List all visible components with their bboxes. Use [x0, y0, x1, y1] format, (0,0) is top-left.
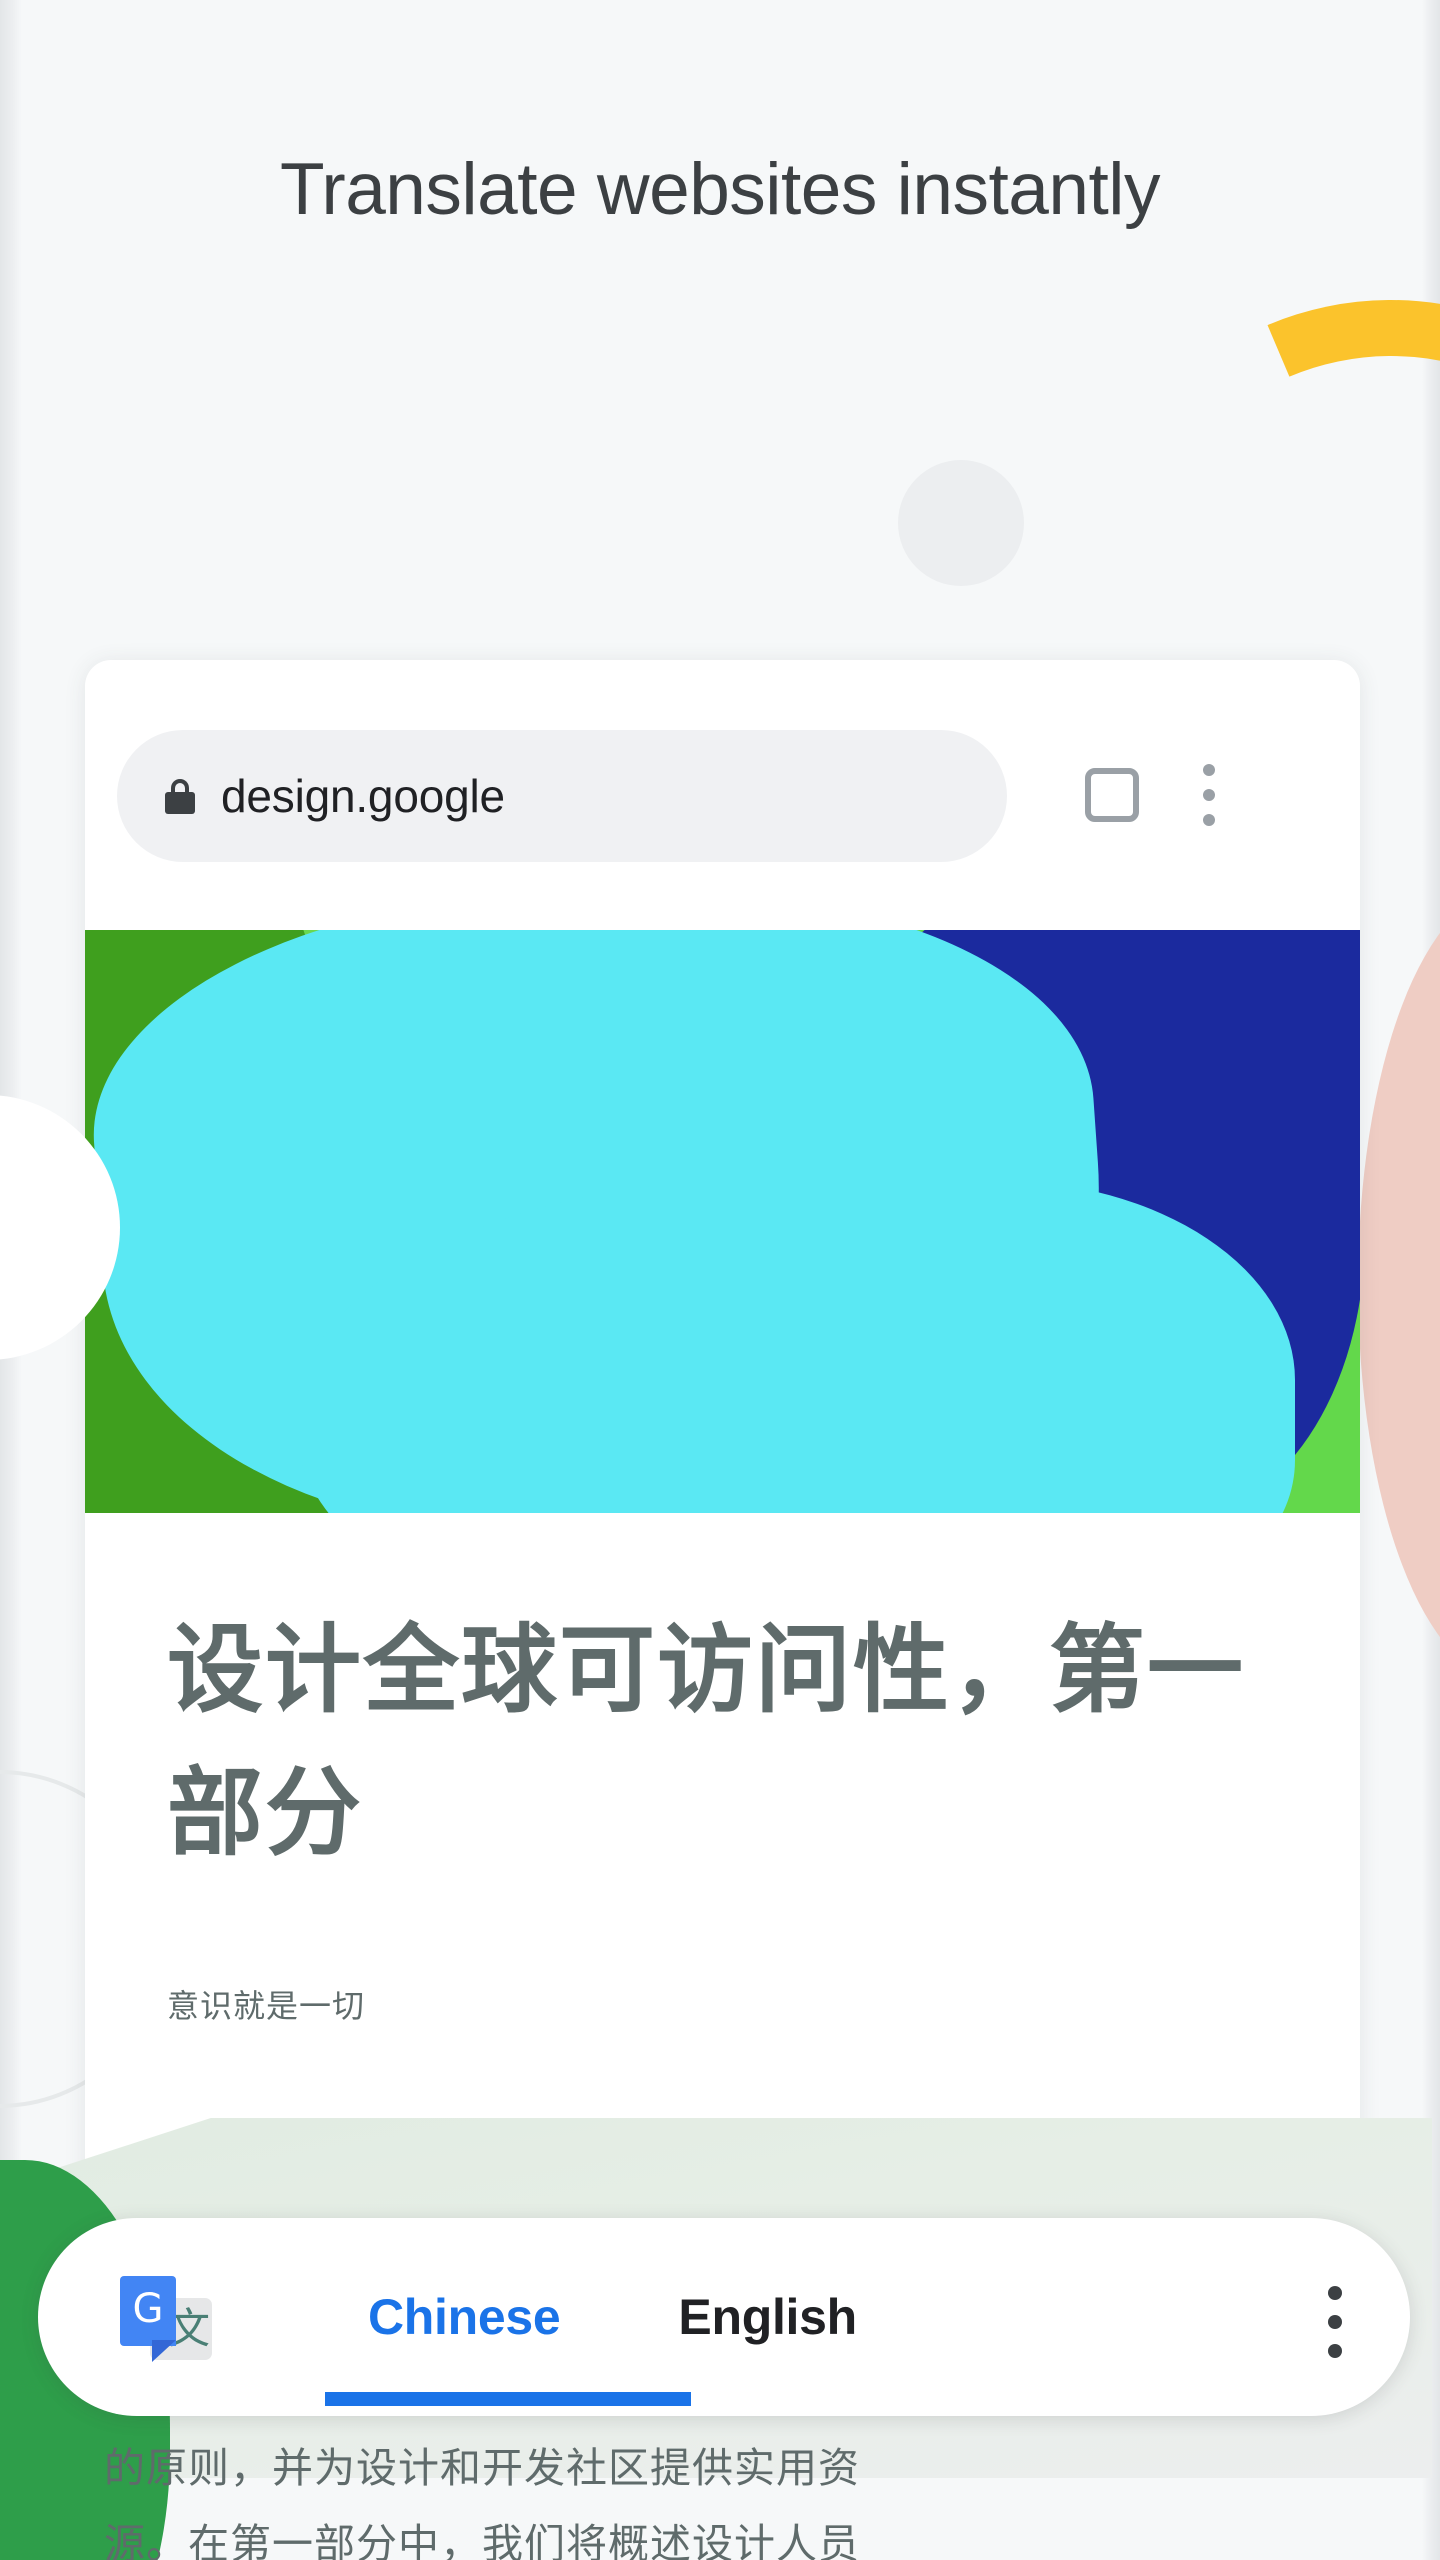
browser-window-card: design.google 设计全球可访问性，第一部分 意识就是一切: [85, 660, 1360, 2360]
article-body-line-1: 的原则，并为设计和开发社区提供实用资: [104, 2445, 860, 2491]
page-title: Translate websites instantly: [280, 149, 1160, 230]
lock-icon: [165, 779, 195, 814]
article-body-line-2: 源。在第一部分中，我们将概述设计人员: [104, 2521, 860, 2560]
screen-root: Translate websites instantly design.goog…: [0, 0, 1440, 2560]
gray-circle-decoration: [898, 460, 1024, 586]
article-subtitle: 意识就是一切: [167, 1988, 366, 2024]
tab-source-language[interactable]: Chinese: [368, 2288, 561, 2346]
active-tab-indicator: [325, 2392, 691, 2406]
hero-artwork-image: [85, 930, 1360, 1513]
google-translate-logo-icon: 文 G: [120, 2276, 212, 2368]
browser-menu-three-dot-icon[interactable]: [1203, 764, 1215, 826]
language-tab-list: Chinese English: [368, 2218, 857, 2416]
address-bar[interactable]: design.google: [117, 730, 1007, 862]
translate-menu-three-dot-icon[interactable]: [1328, 2286, 1342, 2358]
article-title: 设计全球可访问性，第一部分: [167, 1617, 1245, 1867]
g-letter-icon: G: [132, 2286, 164, 2332]
browser-toolbar: design.google: [85, 660, 1360, 930]
google-translate-bar: 文 G Chinese English: [38, 2218, 1410, 2416]
tab-count-square-icon[interactable]: [1085, 768, 1139, 822]
article-content: 设计全球可访问性，第一部分 意识就是一切: [85, 1513, 1360, 2027]
tab-target-language[interactable]: English: [678, 2288, 857, 2346]
address-bar-url: design.google: [221, 770, 505, 822]
article-body: 的原则，并为设计和开发社区提供实用资 源。在第一部分中，我们将概述设计人员: [104, 2430, 1284, 2560]
